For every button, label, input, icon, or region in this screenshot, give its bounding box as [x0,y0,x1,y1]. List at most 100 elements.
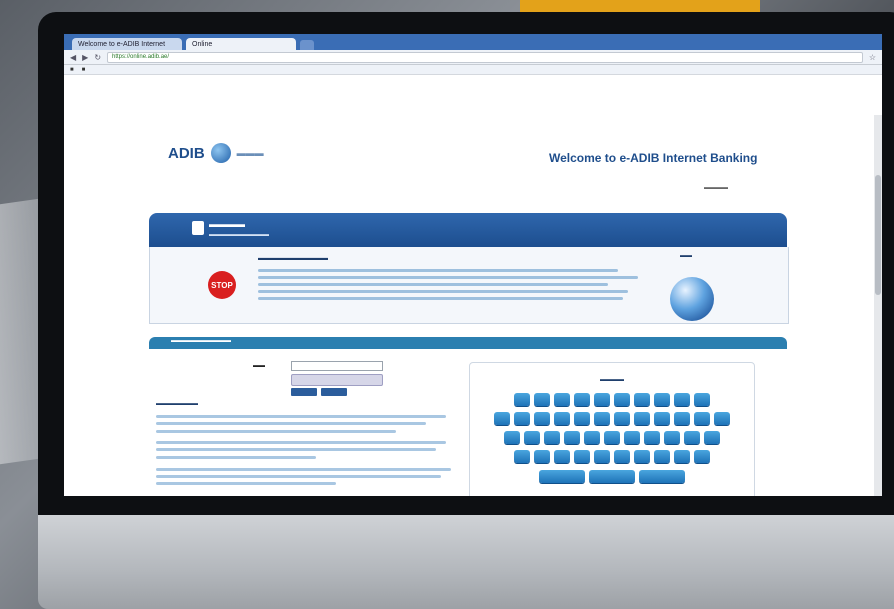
keyboard-key[interactable] [604,431,620,444]
keyboard-key[interactable] [654,450,670,463]
info-text-line [156,422,426,425]
browser-tab-2[interactable]: Online [186,38,296,50]
keyboard-key[interactable] [644,431,660,444]
why-heading: ▬▬▬▬▬▬▬ [156,401,198,407]
keyboard-key[interactable] [574,450,590,463]
clear-button[interactable] [321,388,347,396]
globe-icon[interactable] [670,277,714,321]
security-notice: STOP ▬▬▬▬▬▬▬▬▬▬ ▬▬ [149,247,789,324]
info-text-line [156,482,336,485]
keyboard-key[interactable] [684,431,700,444]
keyboard-key[interactable] [554,393,570,406]
reload-icon[interactable]: ↻ [94,53,101,62]
bookmark-item-2[interactable]: ■ [82,67,86,73]
login-header: ▬▬▬▬ ▬▬▬▬▬▬▬▬▬▬ [149,213,787,247]
login-button[interactable] [291,388,317,396]
url-field[interactable]: https://online.adib.ae/ [107,51,863,63]
new-tab-button[interactable] [300,40,314,50]
stop-sign-icon: STOP [208,271,236,299]
keyboard-key[interactable] [534,412,550,425]
keyboard-key[interactable] [544,431,560,444]
keyboard-key[interactable] [634,412,650,425]
keyboard-key[interactable] [704,431,720,444]
scrollbar-thumb[interactable] [875,175,881,295]
info-text-line [156,415,446,418]
logo-text: ADIB [168,144,205,162]
keyboard-row [470,470,754,483]
keyboard-key[interactable] [614,412,630,425]
forward-icon[interactable]: ▶ [82,53,88,62]
keyboard-key[interactable] [594,412,610,425]
login-title: ▬▬▬▬ [209,219,245,229]
keyboard-key[interactable] [514,412,530,425]
browser-tab-strip: Welcome to e-ADIB Internet Online [64,34,882,50]
keyboard-key[interactable] [524,431,540,444]
keyboard-key[interactable] [564,431,580,444]
keyboard-key[interactable] [574,393,590,406]
keyboard-key[interactable] [694,412,710,425]
monitor-chin [38,515,894,609]
keyboard-key[interactable] [534,393,550,406]
security-text-line [258,297,623,300]
vertical-scrollbar[interactable] [874,115,882,496]
keyboard-key[interactable] [664,431,680,444]
user-id-label: ▬▬ [253,363,265,369]
keyboard-key[interactable] [584,431,600,444]
info-text-line [156,448,436,451]
keyboard-key[interactable] [634,450,650,463]
portal-header-text: ▬▬▬▬▬▬▬▬▬▬ [171,338,231,344]
info-text-line [156,430,396,433]
keyboard-key[interactable] [534,450,550,463]
lock-icon [192,221,204,235]
keyboard-key[interactable] [624,431,640,444]
keyboard-key[interactable] [694,450,710,463]
security-text-line [258,276,638,279]
keyboard-key[interactable] [654,412,670,425]
forgot-password-button[interactable] [291,374,383,386]
logo-subtext: ▬▬▬ [236,148,264,158]
security-heading: ▬▬▬▬▬▬▬▬▬▬ [258,255,328,262]
keyboard-key[interactable] [654,393,670,406]
keyboard-key[interactable] [594,393,610,406]
keyboard-key[interactable] [554,450,570,463]
keyboard-key[interactable] [504,431,520,444]
keyboard-key[interactable] [674,450,690,463]
date-text: ▬▬▬▬ [704,185,728,191]
monitor-screen: Welcome to e-ADIB Internet Online ◀ ▶ ↻ … [64,34,882,496]
browser-tab-1[interactable]: Welcome to e-ADIB Internet [72,38,182,50]
back-icon[interactable]: ◀ [70,53,76,62]
keyboard-key[interactable] [574,412,590,425]
keyboard-key[interactable] [514,450,530,463]
user-id-input[interactable] [291,361,383,371]
keyboard-row [470,431,754,444]
security-text-line [258,269,618,272]
star-icon[interactable]: ☆ [869,53,876,62]
keyboard-key[interactable] [614,393,630,406]
info-text-line [156,456,316,459]
advertisement-label: ▬▬ [680,253,692,259]
welcome-heading: Welcome to e-ADIB Internet Banking [549,151,758,165]
keyboard-key[interactable] [589,470,635,483]
keyboard-key[interactable] [594,450,610,463]
keyboard-key[interactable] [494,412,510,425]
adib-logo[interactable]: ADIB ▬▬▬ [168,143,264,163]
keyboard-key[interactable] [639,470,685,483]
info-text-line [156,441,446,444]
keyboard-key[interactable] [514,393,530,406]
keyboard-row [470,412,754,425]
security-text-line [258,283,608,286]
keyboard-key[interactable] [674,412,690,425]
keyboard-key[interactable] [539,470,585,483]
keyboard-key[interactable] [634,393,650,406]
keyboard-key[interactable] [554,412,570,425]
keyboard-key[interactable] [694,393,710,406]
bookmark-item-1[interactable]: ■ [70,67,74,73]
keyboard-key[interactable] [674,393,690,406]
keyboard-row [470,450,754,463]
adib-logo-icon [210,143,231,163]
keyboard-row [470,393,754,406]
keyboard-key[interactable] [714,412,730,425]
virtual-keyboard-title: ▬▬▬▬ [600,377,624,383]
security-text-line [258,290,628,293]
keyboard-key[interactable] [614,450,630,463]
